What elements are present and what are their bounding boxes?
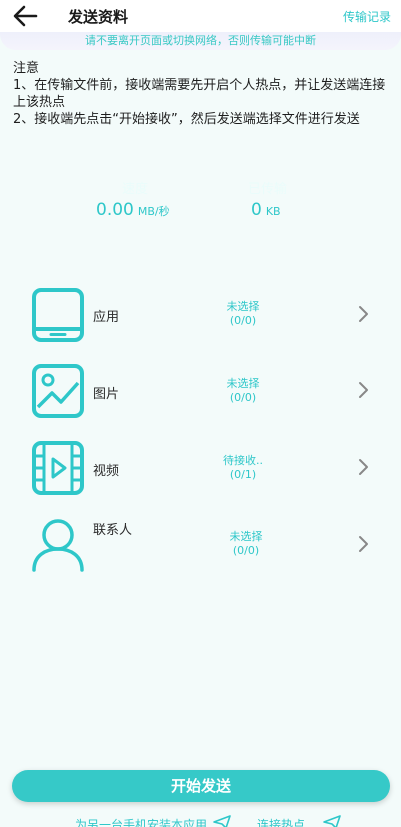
notes-section: 注意 1、在传输文件前，接收端需要先开启个人热点，并让发送端连接上该热点 2、接… <box>13 60 393 128</box>
category-status-text: 待接收.. <box>223 454 263 467</box>
category-name: 视频 <box>93 464 120 479</box>
app-icon <box>32 288 84 342</box>
category-status: 未选择 (0/0) <box>186 530 306 558</box>
contact-icon <box>32 519 84 572</box>
category-name: 联系人 <box>93 523 133 538</box>
transferred-unit: KB <box>265 205 281 218</box>
paper-plane-icon <box>213 815 231 827</box>
warning-banner: 请不要离开页面或切换网络，否则传输可能中断 <box>0 32 401 50</box>
chevron-right-icon <box>359 536 368 552</box>
category-name: 图片 <box>93 387 120 402</box>
speed-readout: 0.00 MB/秒 <box>96 200 170 220</box>
category-count: (0/1) <box>229 468 257 481</box>
category-row-images[interactable]: 图片 未选择 (0/0) <box>0 360 401 430</box>
transfer-records-link[interactable]: 传输记录 <box>343 8 391 25</box>
category-status-text: 未选择 <box>229 530 263 543</box>
install-app-link[interactable]: 为另一台手机安装本应用 <box>75 816 207 827</box>
paper-plane-icon <box>323 815 341 827</box>
chevron-right-icon <box>359 306 368 322</box>
category-count: (0/0) <box>232 544 260 557</box>
category-status-text: 未选择 <box>226 300 260 313</box>
category-status-text: 未选择 <box>226 377 260 390</box>
start-send-button[interactable]: 开始发送 <box>12 770 390 802</box>
category-row-contacts[interactable]: 联系人 未选择 (0/0) <box>0 514 401 584</box>
transferred-value: 0 <box>251 200 262 220</box>
transferred-readout: 0 KB <box>251 200 281 220</box>
video-icon <box>32 441 84 495</box>
transferred-label: 已传输 <box>248 182 288 197</box>
back-arrow-icon[interactable] <box>12 4 38 28</box>
speed-unit: MB/秒 <box>137 205 170 218</box>
notes-heading: 注意 <box>13 61 40 76</box>
chevron-right-icon <box>359 382 368 398</box>
bottom-links: 为另一台手机安装本应用 连接热点 <box>0 814 401 827</box>
category-status: 待接收.. (0/1) <box>183 454 303 482</box>
category-status: 未选择 (0/0) <box>183 300 303 328</box>
category-count: (0/0) <box>229 391 257 404</box>
image-icon <box>32 364 84 418</box>
speed-value: 0.00 <box>96 200 134 220</box>
category-row-apps[interactable]: 应用 未选择 (0/0) <box>0 283 401 353</box>
category-count: (0/0) <box>229 314 257 327</box>
notes-line-1: 1、在传输文件前，接收端需要先开启个人热点，并让发送端连接上该热点 <box>13 78 386 110</box>
transfer-stats: 速度 0.00 MB/秒 已传输 0 KB <box>0 178 401 228</box>
chevron-right-icon <box>359 459 368 475</box>
speed-label: 速度 <box>122 182 149 197</box>
category-name: 应用 <box>93 310 120 325</box>
top-bar: 发送资料 传输记录 <box>0 0 401 32</box>
category-status: 未选择 (0/0) <box>183 377 303 405</box>
page-title: 发送资料 <box>68 8 129 26</box>
category-row-videos[interactable]: 视频 待接收.. (0/1) <box>0 437 401 507</box>
connect-hotspot-link[interactable]: 连接热点 <box>257 816 305 827</box>
notes-line-2: 2、接收端先点击“开始接收”，然后发送端选择文件进行发送 <box>13 112 360 127</box>
